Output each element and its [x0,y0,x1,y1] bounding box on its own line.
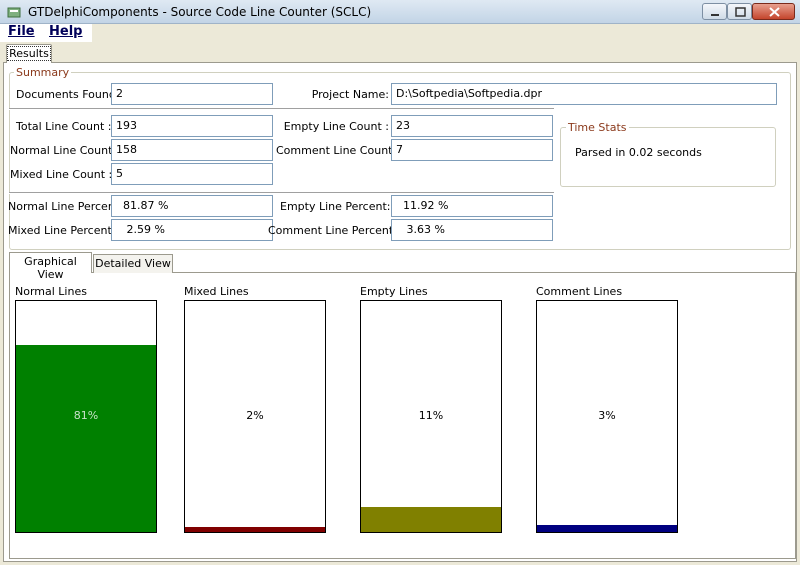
mixed-lines-fill [185,527,325,532]
minimize-icon [711,14,719,16]
mixed-lines-title: Mixed Lines [184,285,249,298]
summary-title: Summary [14,66,72,79]
project-name-field[interactable]: D:\Softpedia\Softpedia.dpr [391,83,777,105]
comment-lines-bar: 3% [536,300,678,533]
normal-lines-fill [16,344,156,532]
total-line-count-label: Total Line Count : [16,120,112,133]
empty-line-count-field[interactable]: 23 [391,115,553,137]
comment-line-percent-field[interactable]: 3.63 % [391,219,553,241]
tab-detailed-view[interactable]: Detailed View [93,254,173,273]
maximize-button[interactable] [727,3,752,20]
empty-lines-percent: 11% [418,409,444,422]
close-button[interactable] [752,3,795,20]
time-stats-text: Parsed in 0.02 seconds [575,146,702,159]
comment-line-percent-label: Comment Line Percent : [268,224,401,237]
normal-line-count-label: Normal Line Count : [10,144,120,157]
normal-line-percent-field[interactable]: 81.87 % [111,195,273,217]
time-stats-title: Time Stats [566,121,629,134]
normal-line-count-field[interactable]: 158 [111,139,273,161]
tab-results[interactable]: Results [6,44,52,63]
empty-lines-bar: 11% [360,300,502,533]
menu-file[interactable]: File [8,24,35,39]
normal-lines-title: Normal Lines [15,285,87,298]
normal-lines-percent: 81% [73,409,99,422]
tab-results-label: Results [7,46,51,61]
window-title: GTDelphiComponents - Source Code Line Co… [28,5,372,19]
maximize-icon [735,7,746,17]
normal-line-percent-label: Normal Line Percent: [8,200,123,213]
project-name-label: Project Name: [311,88,389,101]
documents-found-label: Documents Found : [16,88,124,101]
mixed-line-count-field[interactable]: 5 [111,163,273,185]
comment-line-count-label: Comment Line Count : [276,144,400,157]
empty-line-percent-label: Empty Line Percent: [280,200,391,213]
mixed-line-percent-label: Mixed Line Percent : [8,224,119,237]
close-icon [769,7,780,17]
empty-line-count-label: Empty Line Count : [283,120,389,133]
mixed-line-count-label: Mixed Line Count : [10,168,113,181]
title-bar: GTDelphiComponents - Source Code Line Co… [0,0,800,24]
summary-separator-top [9,108,554,110]
menu-bar: File Help [0,24,92,42]
comment-lines-title: Comment Lines [536,285,623,298]
menu-help[interactable]: Help [49,24,82,39]
summary-separator-bottom [9,192,554,194]
empty-line-percent-field[interactable]: 11.92 % [391,195,553,217]
tab-graphical-view[interactable]: Graphical View [9,252,92,281]
minimize-button[interactable] [702,3,727,20]
comment-line-count-field[interactable]: 7 [391,139,553,161]
documents-found-field[interactable]: 2 [111,83,273,105]
comment-lines-fill [537,525,677,532]
mixed-line-percent-field[interactable]: 2.59 % [111,219,273,241]
empty-lines-title: Empty Lines [360,285,428,298]
app-icon [7,7,21,18]
total-line-count-field[interactable]: 193 [111,115,273,137]
mixed-lines-bar: 2% [184,300,326,533]
normal-lines-bar: 81% [15,300,157,533]
comment-lines-percent: 3% [598,409,616,422]
empty-lines-fill [361,506,501,532]
mixed-lines-percent: 2% [246,409,264,422]
